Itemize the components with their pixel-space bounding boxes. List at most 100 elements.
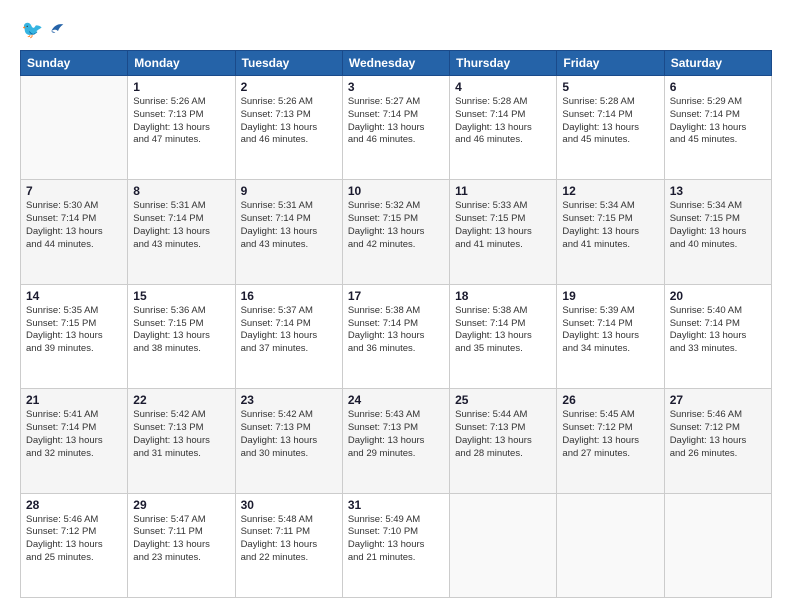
day-number: 25: [455, 393, 551, 407]
day-number: 11: [455, 184, 551, 198]
calendar-cell: 3 Sunrise: 5:27 AM Sunset: 7:14 PM Daylig…: [342, 76, 449, 180]
day-info: Sunrise: 5:37 AM Sunset: 7:14 PM Dayligh…: [241, 305, 337, 356]
weekday-header-thursday: Thursday: [450, 51, 557, 76]
day-number: 30: [241, 498, 337, 512]
day-number: 18: [455, 289, 551, 303]
day-number: 31: [348, 498, 444, 512]
day-number: 22: [133, 393, 229, 407]
day-info: Sunrise: 5:47 AM Sunset: 7:11 PM Dayligh…: [133, 514, 229, 565]
calendar-week-row: 28Sunrise: 5:46 AM Sunset: 7:12 PM Dayli…: [21, 493, 772, 597]
day-number: 17: [348, 289, 444, 303]
day-info: Sunrise: 5:38 AM Sunset: 7:14 PM Dayligh…: [348, 305, 444, 356]
day-info: Sunrise: 5:33 AM Sunset: 7:15 PM Dayligh…: [455, 200, 551, 251]
calendar-cell: [450, 493, 557, 597]
day-info: Sunrise: 5:28 AM Sunset: 7:14 PM Dayligh…: [455, 96, 551, 147]
day-number: 5: [562, 80, 658, 94]
day-number: 12: [562, 184, 658, 198]
calendar-cell: 5 Sunrise: 5:28 AM Sunset: 7:14 PM Daylig…: [557, 76, 664, 180]
calendar-cell: [664, 493, 771, 597]
day-info: Sunrise: 5:30 AM Sunset: 7:14 PM Dayligh…: [26, 200, 122, 251]
day-info: Sunrise: 5:46 AM Sunset: 7:12 PM Dayligh…: [670, 409, 766, 460]
calendar-cell: 10 Sunrise: 5:32 AM Sunset: 7:15 PM Dayli…: [342, 180, 449, 284]
calendar-cell: 2 Sunrise: 5:26 AM Sunset: 7:13 PM Daylig…: [235, 76, 342, 180]
day-info: Sunrise: 5:40 AM Sunset: 7:14 PM Dayligh…: [670, 305, 766, 356]
day-info: Sunrise: 5:49 AM Sunset: 7:10 PM Dayligh…: [348, 514, 444, 565]
day-info: Sunrise: 5:42 AM Sunset: 7:13 PM Dayligh…: [241, 409, 337, 460]
day-info: Sunrise: 5:26 AM Sunset: 7:13 PM Dayligh…: [241, 96, 337, 147]
day-info: Sunrise: 5:36 AM Sunset: 7:15 PM Dayligh…: [133, 305, 229, 356]
day-info: Sunrise: 5:39 AM Sunset: 7:14 PM Dayligh…: [562, 305, 658, 356]
weekday-header-wednesday: Wednesday: [342, 51, 449, 76]
logo: 🐦: [20, 18, 66, 40]
day-info: Sunrise: 5:38 AM Sunset: 7:14 PM Dayligh…: [455, 305, 551, 356]
day-info: Sunrise: 5:41 AM Sunset: 7:14 PM Dayligh…: [26, 409, 122, 460]
calendar-week-row: 14Sunrise: 5:35 AM Sunset: 7:15 PM Dayli…: [21, 284, 772, 388]
day-number: 21: [26, 393, 122, 407]
weekday-header-saturday: Saturday: [664, 51, 771, 76]
day-number: 1: [133, 80, 229, 94]
day-number: 6: [670, 80, 766, 94]
weekday-header-friday: Friday: [557, 51, 664, 76]
calendar-cell: 30 Sunrise: 5:48 AM Sunset: 7:11 PM Dayli…: [235, 493, 342, 597]
day-info: Sunrise: 5:48 AM Sunset: 7:11 PM Dayligh…: [241, 514, 337, 565]
logo-icon: 🐦: [20, 18, 42, 40]
day-number: 13: [670, 184, 766, 198]
calendar-cell: 24 Sunrise: 5:43 AM Sunset: 7:13 PM Dayli…: [342, 389, 449, 493]
calendar-cell: 28Sunrise: 5:46 AM Sunset: 7:12 PM Dayli…: [21, 493, 128, 597]
calendar-table: SundayMondayTuesdayWednesdayThursdayFrid…: [20, 50, 772, 598]
weekday-header-sunday: Sunday: [21, 51, 128, 76]
day-info: Sunrise: 5:34 AM Sunset: 7:15 PM Dayligh…: [562, 200, 658, 251]
calendar-cell: 23 Sunrise: 5:42 AM Sunset: 7:13 PM Dayli…: [235, 389, 342, 493]
day-number: 3: [348, 80, 444, 94]
calendar-cell: 29 Sunrise: 5:47 AM Sunset: 7:11 PM Dayli…: [128, 493, 235, 597]
day-info: Sunrise: 5:28 AM Sunset: 7:14 PM Dayligh…: [562, 96, 658, 147]
day-info: Sunrise: 5:27 AM Sunset: 7:14 PM Dayligh…: [348, 96, 444, 147]
calendar-cell: 20 Sunrise: 5:40 AM Sunset: 7:14 PM Dayli…: [664, 284, 771, 388]
calendar-cell: 18 Sunrise: 5:38 AM Sunset: 7:14 PM Dayli…: [450, 284, 557, 388]
calendar-cell: 27 Sunrise: 5:46 AM Sunset: 7:12 PM Dayli…: [664, 389, 771, 493]
day-info: Sunrise: 5:35 AM Sunset: 7:15 PM Dayligh…: [26, 305, 122, 356]
day-number: 10: [348, 184, 444, 198]
calendar-cell: 6Sunrise: 5:29 AM Sunset: 7:14 PM Daylig…: [664, 76, 771, 180]
calendar-cell: 4 Sunrise: 5:28 AM Sunset: 7:14 PM Daylig…: [450, 76, 557, 180]
calendar-cell: 14Sunrise: 5:35 AM Sunset: 7:15 PM Dayli…: [21, 284, 128, 388]
calendar-cell: 8Sunrise: 5:31 AM Sunset: 7:14 PM Daylig…: [128, 180, 235, 284]
day-info: Sunrise: 5:42 AM Sunset: 7:13 PM Dayligh…: [133, 409, 229, 460]
calendar-cell: 22 Sunrise: 5:42 AM Sunset: 7:13 PM Dayli…: [128, 389, 235, 493]
calendar-cell: 11 Sunrise: 5:33 AM Sunset: 7:15 PM Dayli…: [450, 180, 557, 284]
day-info: Sunrise: 5:32 AM Sunset: 7:15 PM Dayligh…: [348, 200, 444, 251]
day-number: 9: [241, 184, 337, 198]
calendar-cell: 31 Sunrise: 5:49 AM Sunset: 7:10 PM Dayli…: [342, 493, 449, 597]
day-number: 27: [670, 393, 766, 407]
calendar-cell: [21, 76, 128, 180]
logo-bird-shape: [46, 19, 66, 39]
calendar-week-row: 21 Sunrise: 5:41 AM Sunset: 7:14 PM Dayli…: [21, 389, 772, 493]
calendar-cell: 25 Sunrise: 5:44 AM Sunset: 7:13 PM Dayli…: [450, 389, 557, 493]
calendar-cell: 13Sunrise: 5:34 AM Sunset: 7:15 PM Dayli…: [664, 180, 771, 284]
day-number: 23: [241, 393, 337, 407]
day-number: 4: [455, 80, 551, 94]
calendar-week-row: 7 Sunrise: 5:30 AM Sunset: 7:14 PM Daylig…: [21, 180, 772, 284]
day-info: Sunrise: 5:46 AM Sunset: 7:12 PM Dayligh…: [26, 514, 122, 565]
day-number: 15: [133, 289, 229, 303]
day-number: 19: [562, 289, 658, 303]
day-number: 16: [241, 289, 337, 303]
calendar-cell: 21 Sunrise: 5:41 AM Sunset: 7:14 PM Dayli…: [21, 389, 128, 493]
calendar-cell: 16 Sunrise: 5:37 AM Sunset: 7:14 PM Dayli…: [235, 284, 342, 388]
calendar-cell: 12 Sunrise: 5:34 AM Sunset: 7:15 PM Dayli…: [557, 180, 664, 284]
day-info: Sunrise: 5:44 AM Sunset: 7:13 PM Dayligh…: [455, 409, 551, 460]
day-number: 26: [562, 393, 658, 407]
day-number: 2: [241, 80, 337, 94]
calendar-week-row: 1 Sunrise: 5:26 AM Sunset: 7:13 PM Daylig…: [21, 76, 772, 180]
header: 🐦: [20, 18, 772, 40]
calendar-cell: 17 Sunrise: 5:38 AM Sunset: 7:14 PM Dayli…: [342, 284, 449, 388]
day-number: 20: [670, 289, 766, 303]
weekday-header-row: SundayMondayTuesdayWednesdayThursdayFrid…: [21, 51, 772, 76]
day-info: Sunrise: 5:43 AM Sunset: 7:13 PM Dayligh…: [348, 409, 444, 460]
day-number: 7: [26, 184, 122, 198]
calendar-cell: 15 Sunrise: 5:36 AM Sunset: 7:15 PM Dayli…: [128, 284, 235, 388]
calendar-cell: 26Sunrise: 5:45 AM Sunset: 7:12 PM Dayli…: [557, 389, 664, 493]
day-number: 29: [133, 498, 229, 512]
calendar-cell: 1Sunrise: 5:26 AM Sunset: 7:13 PM Daylig…: [128, 76, 235, 180]
day-number: 24: [348, 393, 444, 407]
